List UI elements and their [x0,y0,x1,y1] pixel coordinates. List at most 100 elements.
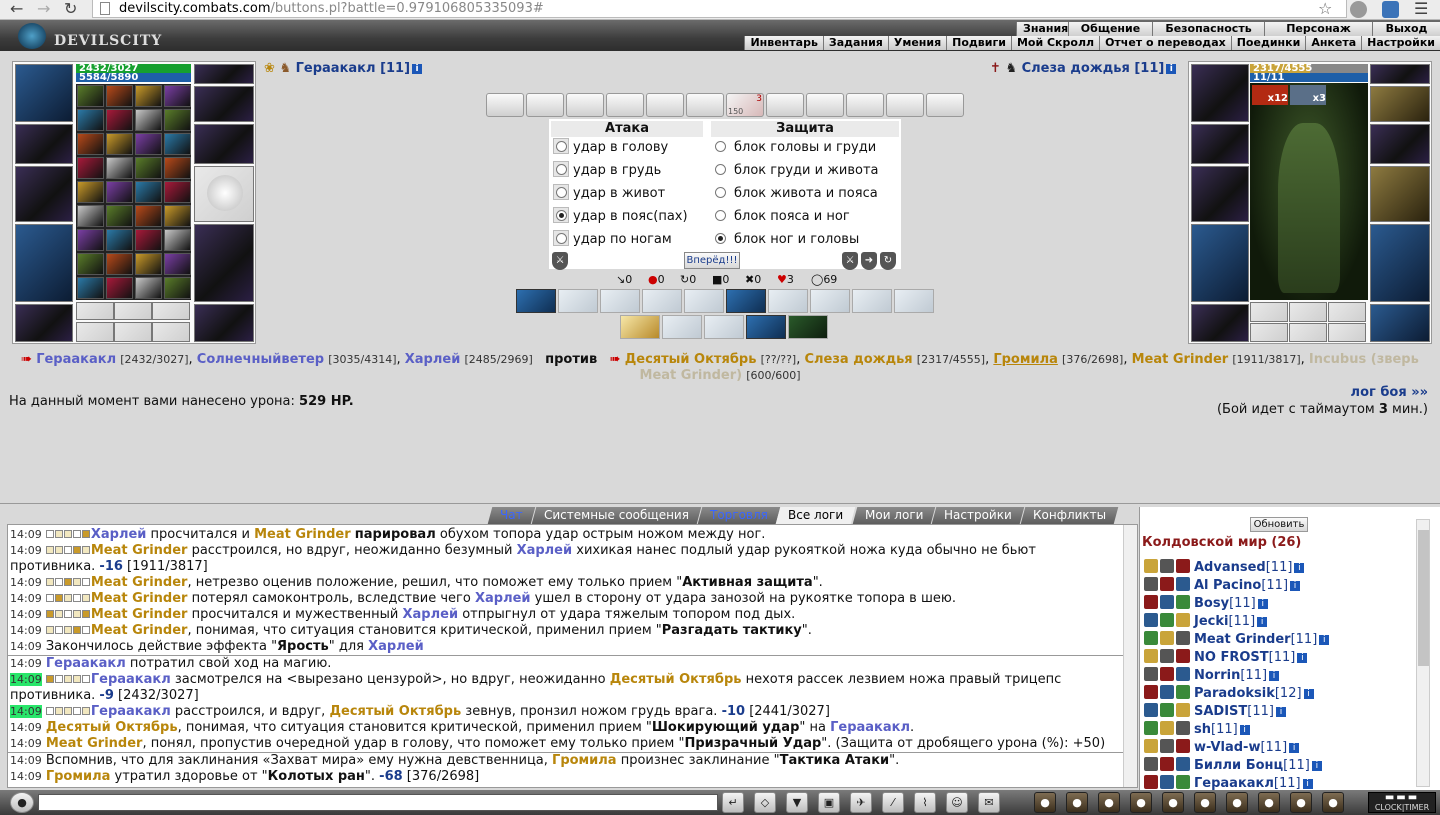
online-player-name[interactable]: Jecki [1194,614,1228,629]
reload-icon[interactable]: ↻ [64,0,77,18]
online-player-name[interactable]: SADIST [1194,704,1247,719]
online-scrollbar[interactable] [1416,519,1430,787]
skill-icon[interactable] [516,289,556,313]
noise-icon[interactable]: ⌇ [914,792,936,813]
enemy-helmet-slot[interactable] [1191,64,1249,122]
player-empty-slot[interactable] [76,322,114,342]
player-empty-slot[interactable] [114,322,152,342]
online-player-name[interactable]: Advansed [1194,560,1266,575]
eraser-icon[interactable]: ◇ [754,792,776,813]
clock-timer[interactable]: ▬▬▬ CLOCK|TIMER [1368,792,1436,813]
enemy-empty-slot[interactable] [1328,302,1366,322]
attack-option[interactable]: удар в живот [553,183,665,205]
download-icon[interactable] [1382,1,1399,18]
skill-icon[interactable] [662,315,702,339]
log-enemy-name[interactable]: Громила [46,769,111,784]
scroll-slot[interactable] [766,93,804,117]
defense-option[interactable]: блок ног и головы [715,229,859,251]
menu-security[interactable]: Безопасность [1152,22,1264,36]
log-enemy-name[interactable]: Десятый Октябрь [46,720,178,735]
log-enemy-name[interactable]: Meat Grinder [91,591,188,606]
online-player-name[interactable]: Гераакакл [1194,776,1274,791]
log-player-name[interactable]: Харлей [368,639,424,654]
chat-mode-icon[interactable]: ● [10,792,34,813]
fighter-b-2[interactable]: Громила [993,352,1058,367]
scroll-icon[interactable]: ● [1162,792,1184,813]
refresh-target-icon[interactable]: ↻ [880,252,896,270]
spell-slot-icon[interactable] [106,157,133,179]
spell-slot-icon[interactable] [106,133,133,155]
send-icon[interactable]: ↵ [722,792,744,813]
switch-target-icon[interactable]: ➜ [861,252,877,270]
tab-trade[interactable]: Торговля [697,507,780,524]
sword-icon[interactable]: ● [1066,792,1088,813]
spell-slot-icon[interactable] [135,85,162,107]
menu-icon[interactable]: ☰ [1414,0,1428,18]
scroll-slot[interactable] [686,93,724,117]
log-enemy-name[interactable]: Meat Grinder [91,575,188,590]
online-player-name[interactable]: Билли Бонц [1194,758,1283,773]
online-player[interactable]: SADIST[11] i [1144,703,1286,721]
submenu-skills[interactable]: Умения [887,36,947,50]
spell-slot-icon[interactable] [164,253,191,275]
log-enemy-name[interactable]: Meat Grinder [254,527,351,542]
chest-icon[interactable]: ● [1130,792,1152,813]
online-player[interactable]: Билли Бонц[11] i [1144,757,1322,775]
menu-knowledge[interactable]: Знания [1016,22,1068,36]
spell-slot-icon[interactable] [77,229,104,251]
enemy-pants-slot[interactable] [1370,224,1430,302]
enemy-weapon-slot[interactable] [1191,166,1249,222]
skill-icon[interactable] [684,289,724,313]
enemy-empty-slot[interactable] [1289,302,1327,322]
attack-radio[interactable] [556,187,567,198]
skill-icon[interactable] [788,315,828,339]
submenu-duels[interactable]: Поединки [1230,36,1306,50]
player-info-icon[interactable]: i [1257,617,1268,627]
smile-icon[interactable]: ☺ [946,792,968,813]
player-info-icon[interactable]: i [1294,563,1305,573]
log-enemy-name[interactable]: Десятый Октябрь [610,672,742,687]
tab-chat[interactable]: Чат [487,507,535,524]
fighter-a-1[interactable]: Солнечныйветер [197,352,324,367]
spell-slot-icon[interactable] [106,181,133,203]
submenu-feats[interactable]: Подвиги [946,36,1011,50]
submenu-settings[interactable]: Настройки [1361,36,1440,50]
scroll-slot-active[interactable]: 3 150 [726,93,764,117]
enemy-belt-slot[interactable] [1191,304,1249,342]
spell-slot-icon[interactable] [135,157,162,179]
defense-shield-icon[interactable]: ⚔ [842,252,858,270]
forward-icon[interactable]: → [37,0,50,18]
player-empty-slot[interactable] [76,302,114,320]
scroll-thumb[interactable] [1418,530,1429,666]
chat-scrollbar[interactable] [1123,525,1137,787]
skill-icon[interactable] [704,315,744,339]
player-belt-slot[interactable] [15,304,73,342]
online-player-name[interactable]: NO FROST [1194,650,1269,665]
scroll-slot[interactable] [846,93,884,117]
spell-slot-icon[interactable] [164,181,191,203]
player-pants-slot[interactable] [194,224,254,302]
attack-radio[interactable] [556,210,567,221]
defense-radio[interactable] [715,210,726,221]
player-gloves-slot[interactable] [194,124,254,164]
player-info-icon[interactable]: i [1275,707,1286,717]
defense-radio[interactable] [715,233,726,244]
compass-icon[interactable]: ● [1194,792,1216,813]
spell-slot-icon[interactable] [106,109,133,131]
bag-icon[interactable]: ● [1034,792,1056,813]
spell-slot-icon[interactable] [77,253,104,275]
extension-icon[interactable] [1350,1,1367,18]
online-player-name[interactable]: Norrin [1194,668,1240,683]
log-player-name[interactable]: Гераакакл [91,672,171,687]
spell-slot-icon[interactable] [106,277,133,299]
refresh-button[interactable]: Обновить [1250,517,1308,532]
submenu-quests[interactable]: Задания [822,36,888,50]
spell-slot-icon[interactable] [77,109,104,131]
attack-radio[interactable] [556,141,567,152]
log-enemy-name[interactable]: Meat Grinder [91,607,188,622]
skill-icon[interactable] [600,289,640,313]
submenu-inventory[interactable]: Инвентарь [744,36,823,50]
player-empty-slot[interactable] [152,302,190,320]
spell-slot-icon[interactable] [77,85,104,107]
spell-slot-icon[interactable] [135,277,162,299]
